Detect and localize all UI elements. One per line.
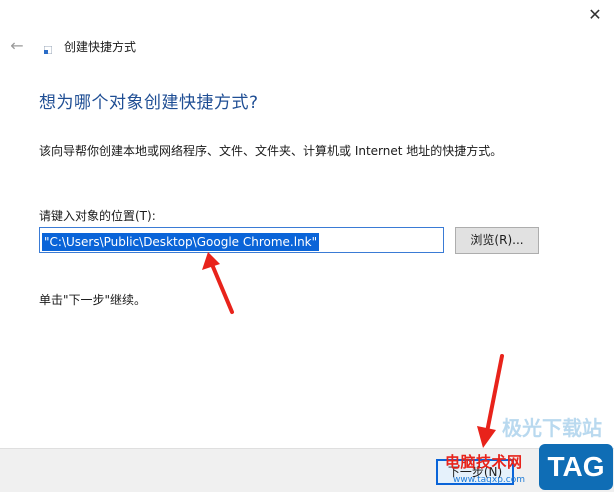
shortcut-wizard-icon xyxy=(44,46,52,54)
watermark-site-name: 电脑技术网 xyxy=(445,453,523,471)
back-button[interactable]: ← xyxy=(8,37,26,55)
close-icon: ✕ xyxy=(588,5,602,24)
annotation-arrow-input xyxy=(202,252,234,314)
create-shortcut-wizard: ✕ ← 创建快捷方式 想为哪个对象创建快捷方式? 该向导帮你创建本地或网络程序、… xyxy=(0,0,614,492)
location-input[interactable]: "C:\Users\Public\Desktop\Google Chrome.l… xyxy=(39,227,444,253)
location-label: 请键入对象的位置(T): xyxy=(39,209,156,223)
watermark-faint-text: 极光下载站 xyxy=(502,416,602,440)
continue-hint: 单击"下一步"继续。 xyxy=(39,293,147,307)
wizard-header: ← 创建快捷方式 xyxy=(8,36,136,56)
browse-button[interactable]: 浏览(R)... xyxy=(455,227,539,254)
wizard-title: 创建快捷方式 xyxy=(64,39,137,54)
location-input-value: "C:\Users\Public\Desktop\Google Chrome.l… xyxy=(42,233,320,251)
page-heading: 想为哪个对象创建快捷方式? xyxy=(39,93,259,113)
wizard-description: 该向导帮你创建本地或网络程序、文件、文件夹、计算机或 Internet 地址的快… xyxy=(39,144,503,158)
back-arrow-icon: ← xyxy=(10,36,24,55)
close-button[interactable]: ✕ xyxy=(582,4,608,26)
watermark-tag-logo: TAG xyxy=(539,444,613,490)
watermark-site-url: www.tagxp.com xyxy=(453,475,525,485)
